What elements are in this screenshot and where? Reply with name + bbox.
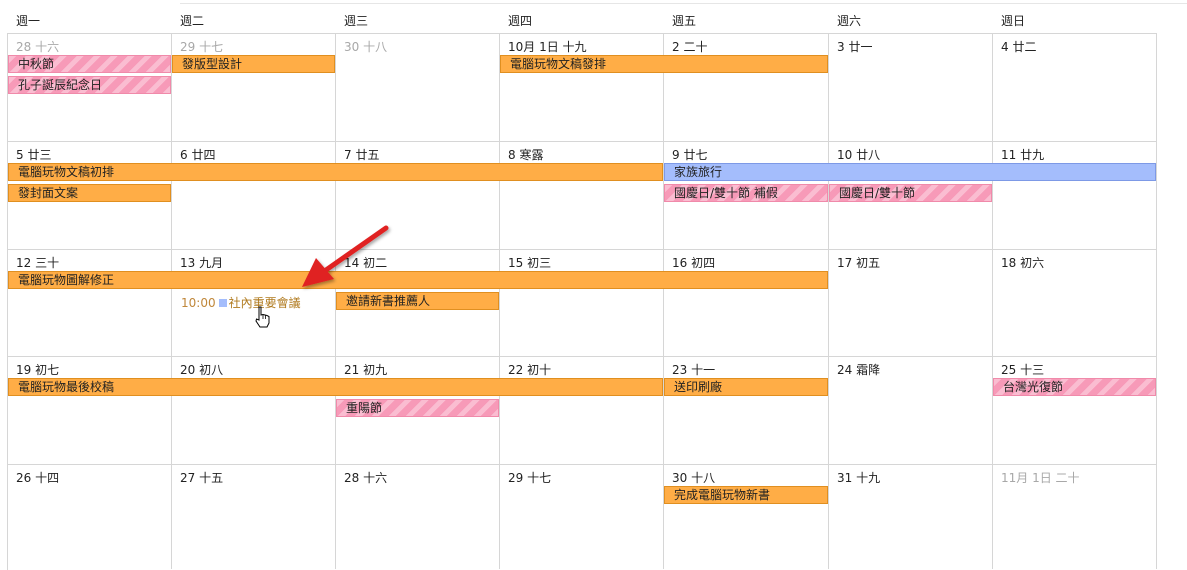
day-number[interactable]: 20 初八	[180, 361, 223, 378]
calendar-event[interactable]: 電腦玩物文稿發排	[500, 55, 828, 73]
day-number[interactable]: 11 廿九	[1001, 146, 1044, 163]
top-divider	[180, 3, 1187, 4]
calendar-event[interactable]: 電腦玩物最後校稿	[8, 378, 663, 396]
day-number[interactable]: 13 九月	[180, 254, 223, 271]
day-number[interactable]: 30 十八	[672, 469, 715, 486]
day-number[interactable]: 17 初五	[837, 254, 880, 271]
timed-event[interactable]: 10:00 社內重要會議	[181, 294, 301, 311]
day-number[interactable]: 18 初六	[1001, 254, 1044, 271]
day-number[interactable]: 12 三十	[16, 254, 59, 271]
weekday-header: 週日	[1001, 14, 1026, 28]
calendar-event[interactable]: 電腦玩物圖解修正	[8, 271, 828, 289]
day-number[interactable]: 16 初四	[672, 254, 715, 271]
grid-row-line	[7, 464, 1157, 465]
grid-column-line	[171, 33, 172, 569]
calendar-event[interactable]: 發封面文案	[8, 184, 171, 202]
day-number[interactable]: 10 廿八	[837, 146, 880, 163]
day-number[interactable]: 15 初三	[508, 254, 551, 271]
calendar-event[interactable]: 送印刷廠	[664, 378, 828, 396]
day-number[interactable]: 28 十六	[16, 38, 59, 55]
day-number[interactable]: 26 十四	[16, 469, 59, 486]
day-number[interactable]: 5 廿三	[16, 146, 51, 163]
calendar-event[interactable]: 國慶日/雙十節	[829, 184, 992, 202]
grid-column-line	[828, 33, 829, 569]
day-number[interactable]: 11月 1日 二十	[1001, 469, 1080, 486]
grid-row-line	[7, 141, 1157, 142]
month-grid	[7, 33, 1157, 570]
calendar-color-square-icon	[218, 299, 227, 307]
calendar-event[interactable]: 中秋節	[8, 55, 171, 73]
day-number[interactable]: 9 廿七	[672, 146, 707, 163]
weekday-header: 週六	[837, 14, 862, 28]
grid-row-line	[7, 249, 1157, 250]
grid-row-line	[7, 356, 1157, 357]
weekday-header: 週三	[344, 14, 369, 28]
day-number[interactable]: 29 十七	[508, 469, 551, 486]
day-number[interactable]: 10月 1日 十九	[508, 38, 587, 55]
day-number[interactable]: 21 初九	[344, 361, 387, 378]
weekday-header: 週五	[672, 14, 697, 28]
calendar-event[interactable]: 家族旅行	[664, 163, 1156, 181]
weekday-header: 週二	[180, 14, 205, 28]
calendar-event[interactable]: 完成電腦玩物新書	[664, 486, 828, 504]
calendar-event[interactable]: 孔子誕辰紀念日	[8, 76, 171, 94]
event-time: 10:00	[181, 296, 216, 310]
calendar-event[interactable]: 發版型設計	[172, 55, 335, 73]
day-number[interactable]: 23 十一	[672, 361, 715, 378]
grid-column-line	[499, 33, 500, 569]
calendar-event[interactable]: 國慶日/雙十節 補假	[664, 184, 828, 202]
day-number[interactable]: 2 二十	[672, 38, 707, 55]
day-number[interactable]: 3 廿一	[837, 38, 872, 55]
calendar-event[interactable]: 邀請新書推薦人	[336, 292, 499, 310]
day-number[interactable]: 29 十七	[180, 38, 223, 55]
day-number[interactable]: 7 廿五	[344, 146, 379, 163]
calendar-event[interactable]: 重陽節	[336, 399, 499, 417]
day-number[interactable]: 31 十九	[837, 469, 880, 486]
grid-right-line	[1156, 33, 1157, 569]
weekday-header: 週一	[16, 14, 41, 28]
calendar-event[interactable]: 台灣光復節	[993, 378, 1156, 396]
grid-column-line	[992, 33, 993, 569]
hand-cursor-icon	[255, 306, 270, 328]
day-number[interactable]: 25 十三	[1001, 361, 1044, 378]
day-number[interactable]: 22 初十	[508, 361, 551, 378]
day-number[interactable]: 14 初二	[344, 254, 387, 271]
day-number[interactable]: 19 初七	[16, 361, 59, 378]
day-number[interactable]: 6 廿四	[180, 146, 215, 163]
calendar-event[interactable]: 電腦玩物文稿初排	[8, 163, 663, 181]
day-number[interactable]: 27 十五	[180, 469, 223, 486]
day-number[interactable]: 8 寒露	[508, 146, 543, 163]
day-number[interactable]: 4 廿二	[1001, 38, 1036, 55]
weekday-header: 週四	[508, 14, 533, 28]
day-number[interactable]: 28 十六	[344, 469, 387, 486]
day-number[interactable]: 30 十八	[344, 38, 387, 55]
day-number[interactable]: 24 霜降	[837, 361, 880, 378]
